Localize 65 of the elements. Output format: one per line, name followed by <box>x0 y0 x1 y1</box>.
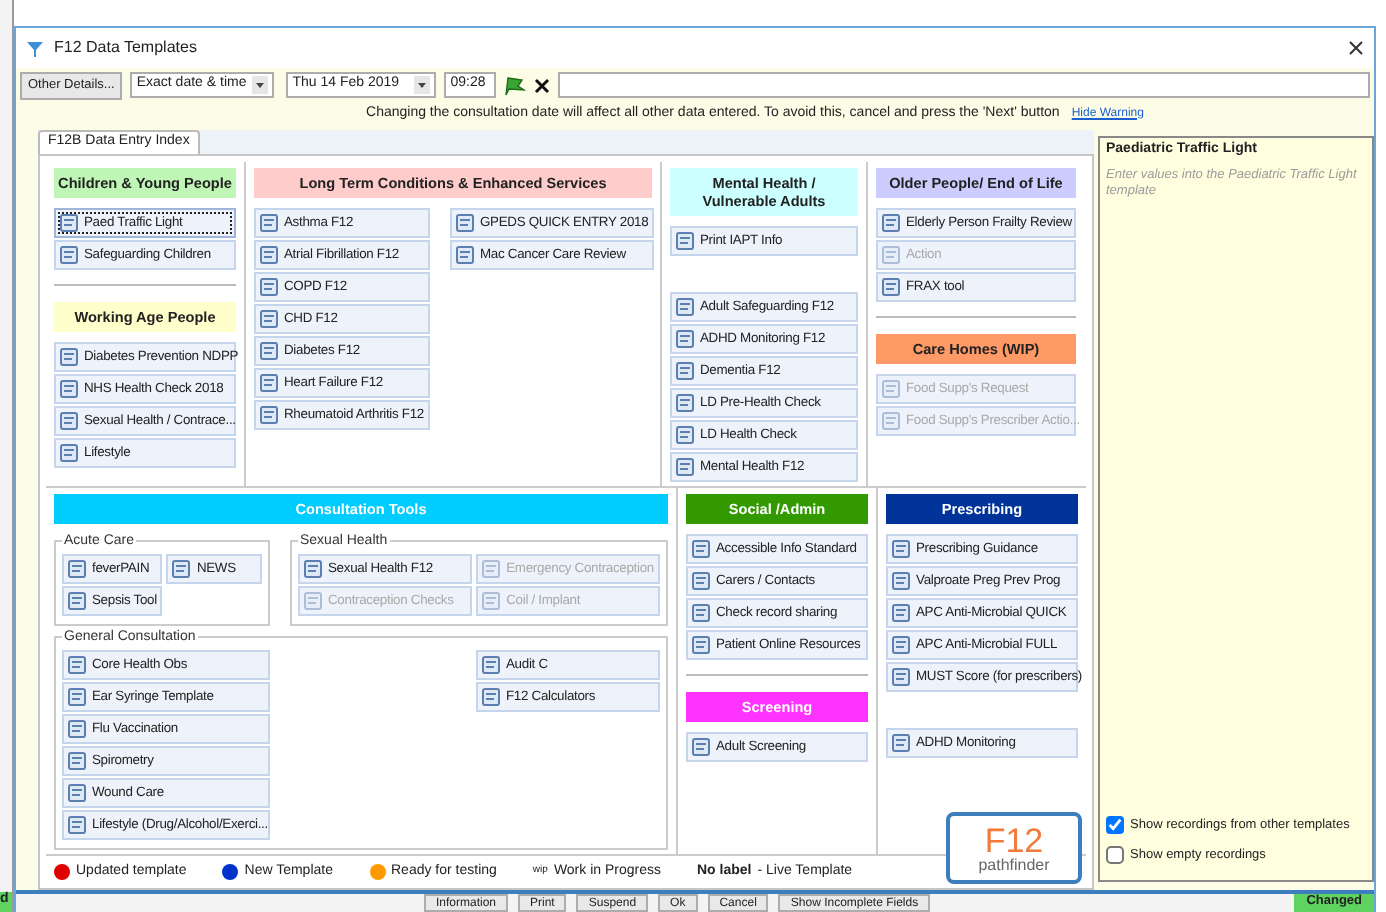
form-icon <box>456 214 474 233</box>
form-icon <box>260 246 278 265</box>
form-icon <box>482 592 501 611</box>
flag-icon <box>504 75 527 95</box>
form-icon <box>692 738 710 757</box>
form-icon <box>676 426 694 445</box>
checkbox[interactable] <box>1106 816 1124 834</box>
form-icon <box>882 214 900 233</box>
form-icon <box>60 214 78 233</box>
form-icon <box>676 232 694 251</box>
caret-icon <box>414 76 431 94</box>
funnel-icon <box>26 39 44 57</box>
close-icon <box>1348 40 1364 56</box>
form-icon <box>482 656 500 675</box>
logo-mark: F12 <box>984 823 1044 857</box>
form-icon <box>260 214 278 233</box>
form-icon <box>482 560 501 579</box>
form-icon <box>892 572 910 591</box>
form-icon <box>68 816 86 835</box>
form-icon <box>304 592 322 611</box>
form-icon <box>260 342 278 361</box>
form-icon <box>68 752 86 771</box>
form-icon <box>68 656 86 675</box>
form-icon <box>60 380 78 399</box>
form-icon <box>676 362 694 381</box>
form-icon <box>882 246 900 265</box>
clear-icon <box>534 77 551 93</box>
form-icon <box>260 406 278 425</box>
form-icon <box>60 412 78 431</box>
form-icon <box>692 540 710 559</box>
form-icon <box>68 784 86 803</box>
form-icon <box>676 298 694 317</box>
window-title: F12 Data Templates <box>54 38 199 58</box>
form-icon <box>60 348 78 367</box>
form-icon <box>692 636 710 655</box>
form-icon <box>68 592 86 611</box>
checkbox[interactable] <box>1106 846 1124 864</box>
form-icon <box>692 604 710 623</box>
form-icon <box>60 444 78 463</box>
form-icon <box>892 540 910 559</box>
form-icon <box>260 310 278 329</box>
form-icon <box>692 572 710 591</box>
form-icon <box>482 688 500 707</box>
form-icon <box>172 560 191 579</box>
logo-word: pathfinder <box>978 857 1050 873</box>
form-icon <box>892 668 910 687</box>
form-icon <box>882 380 900 399</box>
form-icon <box>304 560 322 579</box>
form-icon <box>676 394 694 413</box>
form-icon <box>676 458 694 477</box>
form-icon <box>260 278 278 297</box>
form-icon <box>68 688 86 707</box>
form-icon <box>68 560 86 579</box>
form-icon <box>892 636 910 655</box>
caret-icon <box>252 76 269 94</box>
form-icon <box>676 330 694 349</box>
form-icon <box>260 374 278 393</box>
form-icon <box>892 734 910 753</box>
form-icon <box>60 246 78 265</box>
form-icon <box>456 246 474 265</box>
form-icon <box>882 412 900 431</box>
text-field[interactable] <box>558 72 1370 98</box>
form-icon <box>882 278 900 297</box>
form-icon <box>68 720 86 739</box>
form-icon <box>892 604 910 623</box>
